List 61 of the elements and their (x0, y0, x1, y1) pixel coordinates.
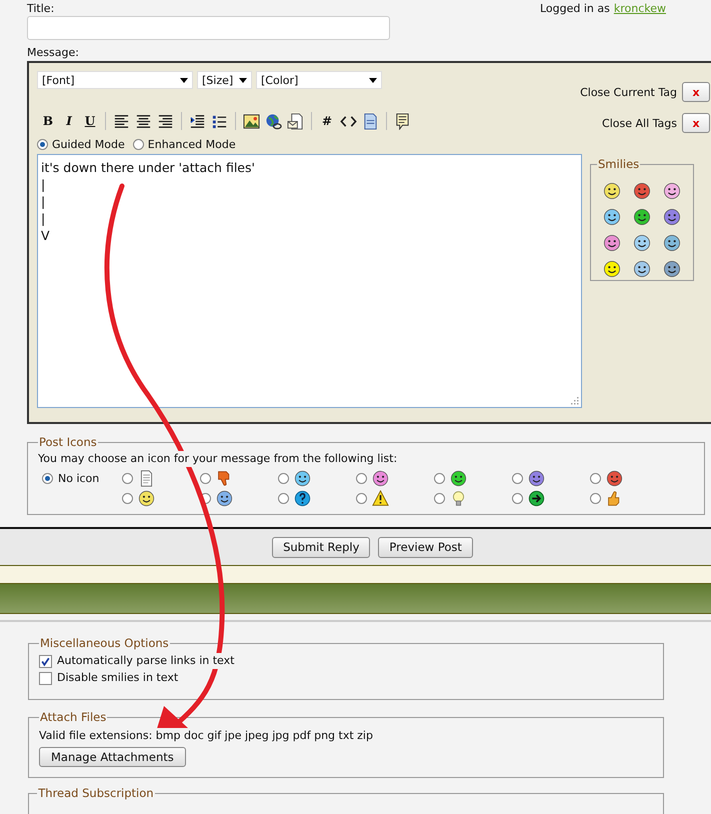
message-textarea[interactable]: it's down there under 'attach files' | | | V (37, 154, 582, 408)
smiley-icon[interactable] (603, 208, 621, 226)
group-legend: Thread Subscription (37, 786, 155, 800)
caret-icon (239, 78, 247, 82)
smiley-icon[interactable] (603, 234, 621, 252)
smiley-icon[interactable] (633, 208, 651, 226)
title-field[interactable] (27, 16, 390, 40)
smiley-icon[interactable] (603, 260, 621, 278)
format-button[interactable]: # (319, 114, 335, 128)
light-bulb-icon (450, 490, 467, 507)
smiley-icon[interactable] (633, 260, 651, 278)
format-button[interactable]: B (40, 114, 56, 128)
extensions-text: Valid file extensions: bmp doc gif jpe jpeg jpg pdf png txt zip (39, 728, 373, 744)
indent-icon[interactable] (189, 112, 206, 130)
image-icon[interactable] (243, 112, 260, 130)
close-tag-label: Close Current Tag (580, 86, 677, 98)
manage-attachments-button[interactable]: Manage Attachments (39, 747, 186, 767)
align-center-icon[interactable] (135, 112, 152, 130)
field-label: Message: (27, 46, 79, 59)
close-tag-button[interactable]: x (682, 113, 710, 133)
dropdown[interactable]: [Color] (256, 71, 382, 89)
smiley-icon[interactable] (603, 182, 621, 200)
checkmark-icon (40, 656, 51, 666)
resize-grip-icon[interactable] (571, 397, 579, 405)
document-icon (138, 470, 155, 487)
mode-radio[interactable]: Guided Mode (37, 138, 125, 151)
smiley-icon[interactable] (663, 234, 681, 252)
close-tag-label: Close All Tags (602, 116, 677, 130)
caret-icon (369, 78, 377, 82)
smiley-icon[interactable] (633, 234, 651, 252)
align-right-icon[interactable] (157, 112, 174, 130)
smiley-icon[interactable] (663, 260, 681, 278)
group-legend: Smilies (597, 157, 640, 171)
align-left-icon[interactable] (113, 112, 130, 130)
instruction-text: You may choose an icon for your message from the following list: (38, 451, 398, 467)
smiley-icon[interactable] (663, 208, 681, 226)
caret-icon (180, 78, 188, 82)
globe-icon[interactable] (265, 112, 282, 130)
format-button[interactable]: I (61, 114, 77, 128)
form-button[interactable]: Submit Reply (272, 536, 370, 558)
group-legend: Post Icons (38, 435, 98, 449)
option-checkbox[interactable]: Disable smilies in text (39, 670, 178, 686)
group-legend: Miscellaneous Options (39, 636, 170, 650)
close-tag-button[interactable]: x (682, 82, 710, 102)
smiley-icon[interactable] (663, 182, 681, 200)
warning-icon (372, 490, 389, 507)
post-icon-option[interactable]: No icon (38, 469, 118, 488)
speech-bubble-icon[interactable] (394, 112, 411, 130)
document-icon[interactable] (362, 112, 379, 130)
envelope-icon[interactable] (287, 112, 304, 130)
field-label: Title: (27, 2, 56, 15)
group-legend: Attach Files (39, 710, 108, 724)
format-button[interactable]: U (82, 114, 98, 128)
login-text: Logged in as (540, 2, 610, 15)
option-checkbox[interactable]: Automatically parse links in text (39, 653, 234, 669)
mode-radio[interactable]: Enhanced Mode (132, 138, 236, 151)
form-button[interactable]: Preview Post (378, 536, 473, 558)
smiley-icon[interactable] (633, 182, 651, 200)
dropdown[interactable]: [Font] (37, 71, 193, 89)
question-icon (294, 490, 311, 507)
dropdown[interactable]: [Size] (197, 71, 252, 89)
